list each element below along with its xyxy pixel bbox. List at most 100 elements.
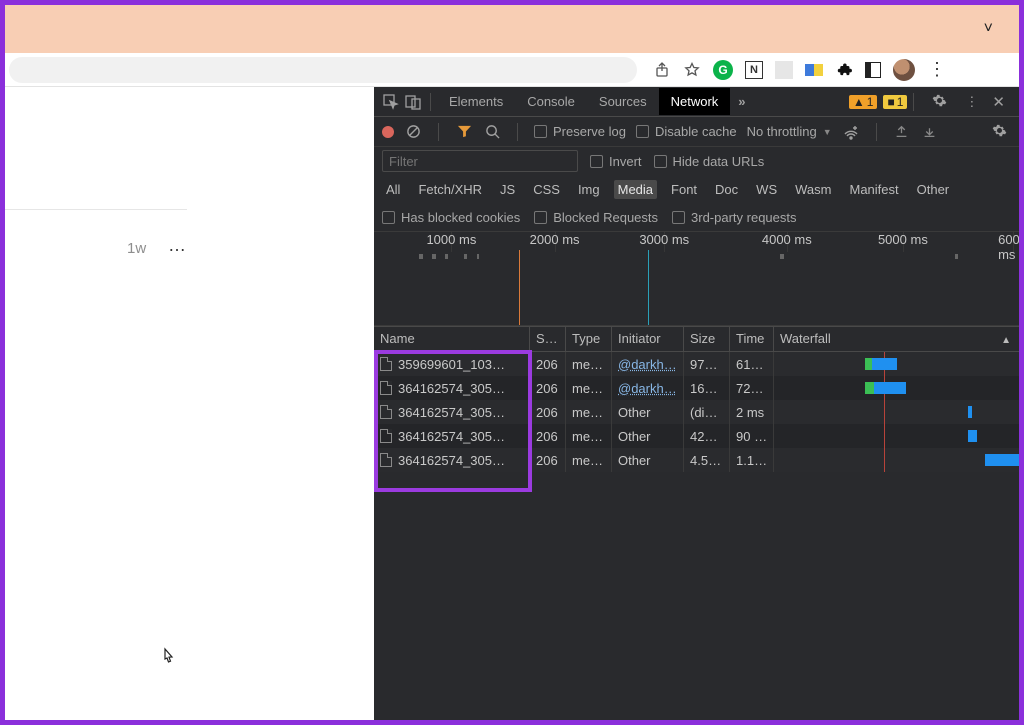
table-row[interactable]: 364162574_305…206me…Other42…90 …	[374, 424, 1019, 448]
extension-generic-2-icon[interactable]	[805, 64, 823, 76]
filter-funnel-icon[interactable]	[455, 123, 473, 141]
record-button[interactable]	[382, 126, 394, 138]
table-row[interactable]: 359699601_103…206me…@darkh…97…61…	[374, 352, 1019, 376]
filter-input[interactable]	[382, 150, 578, 172]
divider	[5, 209, 187, 210]
warnings-badge[interactable]: ▲1	[849, 95, 878, 109]
filter-type-doc[interactable]: Doc	[711, 180, 742, 199]
cell-type: me…	[566, 448, 612, 472]
file-icon	[380, 453, 392, 467]
cell-initiator[interactable]: @darkh…	[612, 352, 684, 376]
tab-network[interactable]: Network	[659, 88, 731, 115]
cell-status: 206	[530, 448, 566, 472]
blocked-cookies-checkbox[interactable]: Has blocked cookies	[382, 210, 520, 225]
cell-status: 206	[530, 424, 566, 448]
th-waterfall[interactable]: Waterfall▲	[774, 327, 1019, 351]
overview-tick-label: 4000 ms	[762, 232, 812, 247]
preserve-log-checkbox[interactable]: Preserve log	[534, 124, 626, 139]
cell-size: 4.5…	[684, 448, 730, 472]
profile-avatar[interactable]	[893, 59, 915, 81]
cell-initiator: Other	[612, 400, 684, 424]
clear-icon[interactable]	[404, 123, 422, 141]
filter-type-media[interactable]: Media	[614, 180, 657, 199]
th-status[interactable]: St…	[530, 327, 566, 351]
tab-sources[interactable]: Sources	[587, 88, 659, 115]
inspect-element-icon[interactable]	[380, 91, 402, 113]
thirdparty-requests-checkbox[interactable]: 3rd-party requests	[672, 210, 797, 225]
cell-name: 359699601_103…	[374, 352, 530, 376]
th-time[interactable]: Time	[730, 327, 774, 351]
extension-grammarly-icon[interactable]: G	[713, 60, 733, 80]
th-initiator[interactable]: Initiator	[612, 327, 684, 351]
cell-type: me…	[566, 352, 612, 376]
overview-tick-label: 5000 ms	[878, 232, 928, 247]
filter-type-wasm[interactable]: Wasm	[791, 180, 835, 199]
cell-size: 16…	[684, 376, 730, 400]
tab-elements[interactable]: Elements	[437, 88, 515, 115]
cell-waterfall	[774, 448, 1019, 472]
cell-type: me…	[566, 376, 612, 400]
network-settings-gear-icon[interactable]	[992, 123, 1011, 141]
network-conditions-icon[interactable]	[842, 123, 860, 141]
star-icon[interactable]	[683, 61, 701, 79]
extension-generic-1-icon[interactable]	[775, 61, 793, 79]
cell-status: 206	[530, 376, 566, 400]
cell-initiator: Other	[612, 448, 684, 472]
cell-type: me…	[566, 400, 612, 424]
cell-status: 206	[530, 352, 566, 376]
th-type[interactable]: Type	[566, 327, 612, 351]
cell-name: 364162574_305…	[374, 424, 530, 448]
filter-bar: Invert Hide data URLs All Fetch/XHR JS CSS I…	[374, 147, 1019, 232]
import-icon[interactable]	[893, 123, 911, 141]
table-row[interactable]: 364162574_305…206me…Other4.5…1.1…	[374, 448, 1019, 472]
banner-chevron-down-icon[interactable]: ˅	[984, 20, 993, 38]
th-size[interactable]: Size	[684, 327, 730, 351]
search-icon[interactable]	[483, 123, 501, 141]
device-toggle-icon[interactable]	[402, 91, 424, 113]
filter-type-img[interactable]: Img	[574, 180, 604, 199]
disable-cache-checkbox[interactable]: Disable cache	[636, 124, 737, 139]
settings-gear-icon[interactable]	[926, 93, 953, 111]
browser-menu-icon[interactable]: ⋮	[927, 61, 945, 79]
filter-type-css[interactable]: CSS	[529, 180, 564, 199]
side-panel-icon[interactable]	[865, 62, 881, 78]
export-icon[interactable]	[921, 123, 939, 141]
sort-indicator-icon: ▲	[1001, 335, 1011, 346]
overview-tick-label: 1000 ms	[426, 232, 476, 247]
cell-time: 2 ms	[730, 400, 774, 424]
tab-console[interactable]: Console	[515, 88, 587, 115]
overview-tick-label: 2000 ms	[530, 232, 580, 247]
devtools-close-button[interactable]: ✕	[984, 93, 1013, 111]
extensions-puzzle-icon[interactable]	[835, 61, 853, 79]
file-icon	[380, 429, 392, 443]
timeline-overview[interactable]: 1000 ms2000 ms3000 ms4000 ms5000 ms6000 …	[374, 232, 1019, 326]
filter-type-other[interactable]: Other	[913, 180, 954, 199]
tabs-overflow-icon[interactable]: »	[730, 94, 753, 109]
invert-checkbox[interactable]: Invert	[590, 154, 642, 169]
cell-status: 206	[530, 400, 566, 424]
file-icon	[380, 381, 392, 395]
hide-data-urls-checkbox[interactable]: Hide data URLs	[654, 154, 765, 169]
filter-type-manifest[interactable]: Manifest	[845, 180, 902, 199]
cursor-pointer-icon	[159, 647, 177, 672]
cell-initiator[interactable]: @darkh…	[612, 376, 684, 400]
table-row[interactable]: 364162574_305…206me…@darkh…16…72…	[374, 376, 1019, 400]
share-icon[interactable]	[653, 61, 671, 79]
filter-type-js[interactable]: JS	[496, 180, 519, 199]
filter-type-font[interactable]: Font	[667, 180, 701, 199]
top-banner: ˅	[5, 5, 1019, 53]
blocked-requests-checkbox[interactable]: Blocked Requests	[534, 210, 658, 225]
extension-notion-icon[interactable]: N	[745, 61, 763, 79]
omnibox[interactable]	[9, 57, 637, 83]
issues-badge[interactable]: ■1	[883, 95, 907, 109]
filter-type-ws[interactable]: WS	[752, 180, 781, 199]
filter-type-all[interactable]: All	[382, 180, 404, 199]
filter-type-fetch-xhr[interactable]: Fetch/XHR	[414, 180, 486, 199]
throttling-select[interactable]: No throttling ▼	[747, 124, 832, 139]
th-name[interactable]: Name	[374, 327, 530, 351]
devtools-panel: Elements Console Sources Network » ▲1 ■1…	[374, 87, 1019, 720]
cell-size: 42…	[684, 424, 730, 448]
devtools-menu-icon[interactable]: ⋮	[959, 94, 984, 110]
post-more-button[interactable]: …	[168, 235, 188, 256]
table-row[interactable]: 364162574_305…206me…Other(di…2 ms	[374, 400, 1019, 424]
